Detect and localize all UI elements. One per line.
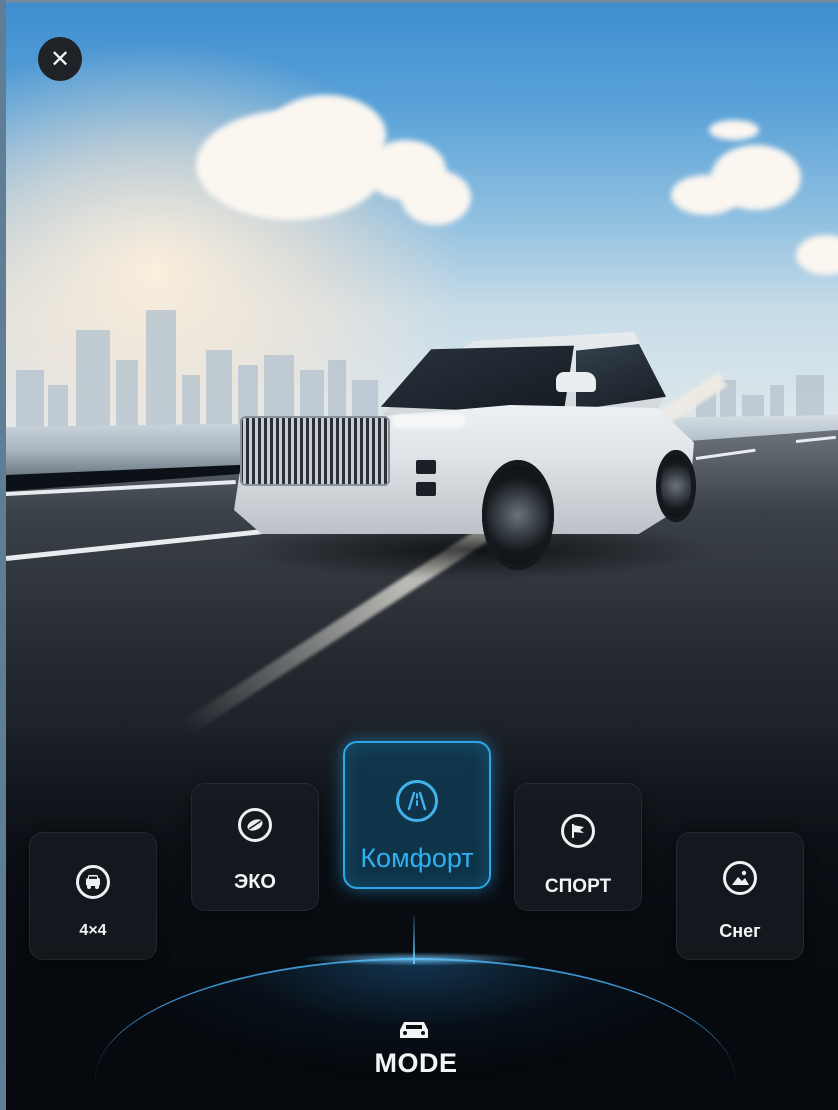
car-wheel [482, 460, 554, 570]
mode-label-eco: ЭКО [234, 871, 276, 893]
car-icon [400, 1022, 428, 1038]
mode-label-4x4: 4×4 [79, 922, 107, 939]
cloud [711, 145, 801, 210]
close-icon: ✕ [49, 45, 71, 73]
mode-tile-snow[interactable]: Снег [676, 832, 804, 960]
close-button[interactable]: ✕ [38, 37, 82, 81]
mode-label-snow: Снег [719, 921, 761, 941]
drive-mode-screen: ✕ 4×4 ЭКО Комфорт СПОРТ Снег MODE [0, 0, 838, 1110]
car-wheel [656, 450, 696, 522]
snow-icon [723, 861, 757, 895]
mode-label-sport: СПОРТ [544, 876, 612, 897]
mode-tile-sport[interactable]: СПОРТ [514, 783, 642, 911]
road-icon [396, 780, 438, 822]
offroad-car-icon [76, 865, 110, 899]
mode-tile-eco[interactable]: ЭКО [191, 783, 319, 911]
flag-icon [561, 814, 595, 848]
mode-tile-4x4[interactable]: 4×4 [29, 832, 157, 960]
car-grille [240, 416, 390, 486]
mode-label-comfort: Комфорт [360, 843, 474, 873]
cloud [401, 170, 471, 225]
mode-tile-comfort[interactable]: Комфорт [343, 741, 491, 889]
window-frame-top [0, 0, 838, 3]
selector-arc-glow [300, 952, 530, 966]
window-frame-left [0, 0, 6, 1110]
cloud [709, 120, 759, 140]
eco-leaf-icon [238, 808, 272, 842]
mode-selector-label[interactable]: MODE [0, 1048, 832, 1079]
car-image [226, 320, 716, 580]
